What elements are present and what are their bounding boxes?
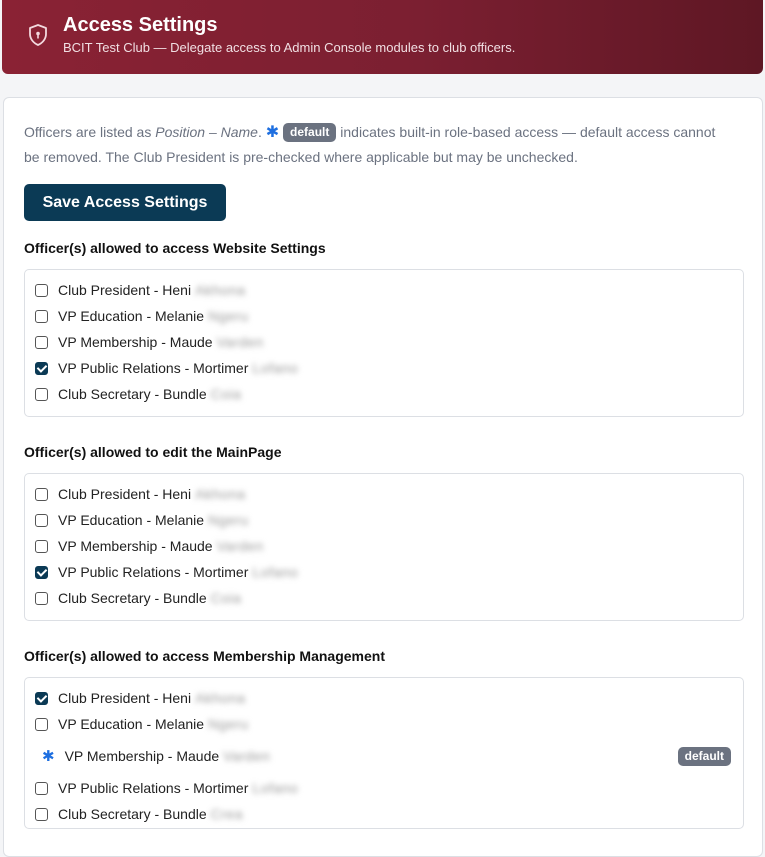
officer-label: VP Public Relations - Mortimer	[58, 564, 249, 580]
officer-label: Club President - Heni	[58, 486, 192, 502]
officer-label: Club Secretary - Bundle	[58, 806, 207, 822]
default-badge: default	[283, 123, 337, 142]
officer-label: VP Education - Melanie	[58, 308, 205, 324]
officer-row: ✱ VP Membership - Maude Varden default	[42, 743, 743, 769]
officer-surname-redacted: Crea	[210, 806, 243, 822]
officer-checkbox[interactable]	[35, 717, 48, 731]
intro-position-name: Position – Name	[155, 124, 258, 140]
default-badge: default	[677, 746, 731, 766]
officer-row[interactable]: VP Public Relations - Mortimer Lofano	[35, 775, 298, 801]
officer-checkbox[interactable]	[35, 565, 48, 579]
officer-checkbox[interactable]	[35, 591, 48, 605]
officer-surname-redacted: Akhona	[195, 690, 246, 706]
page-subtitle: BCIT Test Club — Delegate access to Admi…	[63, 40, 516, 55]
shield-icon	[29, 24, 47, 46]
officer-checkbox[interactable]	[35, 781, 48, 795]
officer-label: Club President - Heni	[58, 690, 192, 706]
save-access-settings-button[interactable]: Save Access Settings	[24, 184, 226, 221]
officer-row[interactable]: VP Public Relations - Mortimer Lofano	[35, 355, 298, 381]
officer-row[interactable]: VP Membership - Maude Varden	[35, 329, 264, 355]
officer-checkbox[interactable]	[35, 539, 48, 553]
officer-label: VP Membership - Maude	[58, 334, 213, 350]
officer-checkbox[interactable]	[35, 513, 48, 527]
access-settings-card: Officers are listed as Position – Name. …	[3, 97, 763, 857]
officer-row[interactable]: Club President - Heni Akhona	[35, 277, 246, 303]
officer-surname-redacted: Akhona	[195, 486, 246, 502]
officer-surname-redacted: Ngeru	[208, 716, 249, 732]
officer-surname-redacted: Lofano	[252, 360, 299, 376]
page-title: Access Settings	[63, 14, 218, 36]
officer-row[interactable]: Club Secretary - Bundle Coia	[35, 381, 241, 407]
officer-surname-redacted: Lofano	[252, 564, 299, 580]
section-title: Officer(s) allowed to edit the MainPage	[24, 444, 282, 460]
officer-row[interactable]: VP Education - Melanie Ngeru	[35, 507, 249, 533]
officer-checkbox[interactable]	[35, 387, 48, 401]
officer-label: Club Secretary - Bundle	[58, 590, 207, 606]
officer-list: Club President - Heni Akhona VP Education …	[24, 269, 744, 417]
officer-surname-redacted: Coia	[210, 590, 242, 606]
intro-part1: Officers are listed as	[24, 124, 156, 140]
section-title: Officer(s) allowed to access Membership …	[24, 648, 385, 664]
officer-row[interactable]: Club Secretary - Bundle Coia	[35, 585, 241, 611]
officer-label: Club President - Heni	[58, 282, 192, 298]
officer-surname-redacted: Akhona	[195, 282, 246, 298]
page-header: Access Settings BCIT Test Club — Delegat…	[2, 0, 763, 74]
officer-row[interactable]: VP Public Relations - Mortimer Lofano	[35, 559, 298, 585]
officer-surname-redacted: Ngeru	[208, 512, 249, 528]
officer-checkbox[interactable]	[35, 807, 48, 821]
officer-label: VP Public Relations - Mortimer	[58, 780, 249, 796]
officer-surname-redacted: Varden	[223, 748, 271, 764]
officer-checkbox[interactable]	[35, 335, 48, 349]
intro-part2: .	[257, 124, 266, 140]
officer-label: VP Education - Melanie	[58, 716, 205, 732]
officer-label: VP Education - Melanie	[58, 512, 205, 528]
officer-checkbox[interactable]	[35, 487, 48, 501]
officer-row[interactable]: Club President - Heni Akhona	[35, 685, 246, 711]
officer-list: Club President - Heni Akhona VP Education …	[24, 677, 744, 829]
officer-surname-redacted: Varden	[216, 334, 264, 350]
officer-surname-redacted: Ngeru	[208, 308, 249, 324]
officer-label: VP Membership - Maude	[64, 748, 220, 764]
section-title: Officer(s) allowed to access Website Set…	[24, 240, 326, 256]
officer-row[interactable]: VP Education - Melanie Ngeru	[35, 303, 249, 329]
asterisk-icon: ✱	[42, 748, 55, 765]
officer-label: Club Secretary - Bundle	[58, 386, 207, 402]
officer-row[interactable]: Club President - Heni Akhona	[35, 481, 246, 507]
officer-row[interactable]: VP Membership - Maude Varden	[35, 533, 264, 559]
officer-checkbox[interactable]	[35, 283, 48, 297]
officer-row[interactable]: Club Secretary - Bundle Crea	[35, 801, 243, 827]
officer-checkbox[interactable]	[35, 691, 48, 705]
officer-label: VP Public Relations - Mortimer	[58, 360, 249, 376]
officer-checkbox[interactable]	[35, 361, 48, 375]
officer-label: VP Membership - Maude	[58, 538, 213, 554]
officer-surname-redacted: Coia	[210, 386, 242, 402]
officer-surname-redacted: Varden	[216, 538, 264, 554]
officer-surname-redacted: Lofano	[252, 780, 299, 796]
officer-list: Club President - Heni Akhona VP Education …	[24, 473, 744, 621]
asterisk-icon: ✱	[265, 124, 280, 141]
intro-text: Officers are listed as Position – Name. …	[24, 120, 724, 169]
officer-checkbox[interactable]	[35, 309, 48, 323]
officer-row[interactable]: VP Education - Melanie Ngeru	[35, 711, 249, 737]
